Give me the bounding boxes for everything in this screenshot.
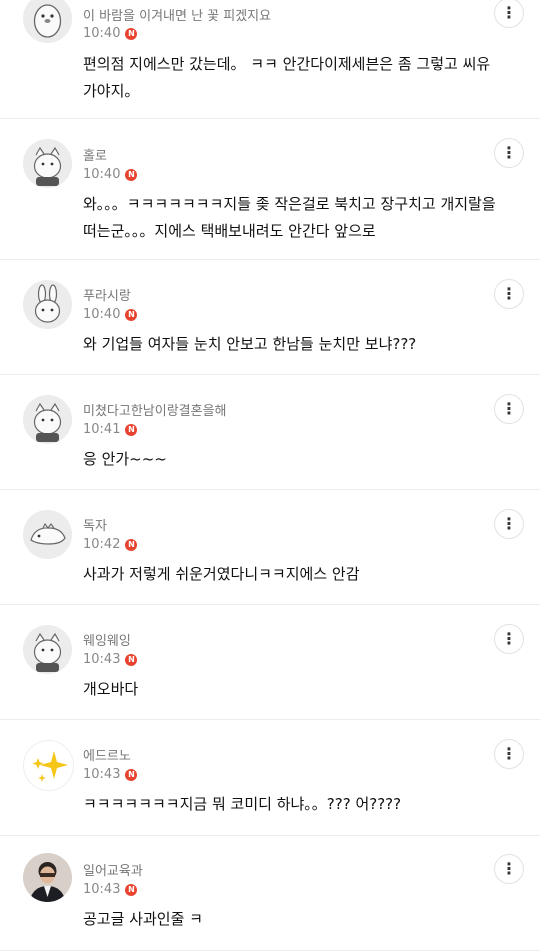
- comment-item: 에드르노 10:43 N ㅋㅋㅋㅋㅋㅋㅋ지금 뭐 코미디 하냐。。??? 어??…: [0, 720, 540, 836]
- more-vertical-icon: ⋮: [501, 514, 517, 533]
- more-vertical-icon: ⋮: [501, 3, 517, 22]
- more-options-button[interactable]: ⋮: [494, 0, 524, 28]
- comment-text: 와 기업들 여자들 눈치 안보고 한남들 눈치만 보냐???: [83, 335, 417, 353]
- comment-time: 10:43: [83, 882, 121, 897]
- more-options-button[interactable]: ⋮: [494, 854, 524, 884]
- comment-meta: 10:42 N: [83, 537, 138, 552]
- new-badge-icon: N: [125, 27, 138, 40]
- comment-item: 이 바람을 이겨내면 난 꽃 피겠지요 10:40 N 편의점 지에스만 갔는데…: [0, 0, 540, 119]
- new-badge-icon: N: [125, 423, 138, 436]
- comment-nickname[interactable]: 미쳤다고한남이랑결혼을해: [83, 400, 227, 419]
- comment-item: 푸라시랑 10:40 N 와 기업들 여자들 눈치 안보고 한남들 눈치만 보냐…: [0, 260, 540, 375]
- more-vertical-icon: ⋮: [501, 399, 517, 418]
- new-badge-icon: N: [125, 768, 138, 781]
- comment-nickname[interactable]: 독자: [83, 515, 107, 534]
- comment-meta: 10:41 N: [83, 422, 138, 437]
- more-options-button[interactable]: ⋮: [494, 624, 524, 654]
- comment-time: 10:43: [83, 652, 121, 667]
- comment-nickname[interactable]: 에드르노: [83, 745, 131, 764]
- comment-item: 독자 10:42 N 사과가 저렇게 쉬운거였다니ㅋㅋ지에스 안감 ⋮: [0, 490, 540, 605]
- comment-item: 홀로 10:40 N 와。。。ㅋㅋㅋㅋㅋㅋㅋ지들 좆 작은걸로 북치고 장구치고…: [0, 119, 540, 260]
- comment-list: 이 바람을 이겨내면 난 꽃 피겠지요 10:40 N 편의점 지에스만 갔는데…: [0, 0, 540, 951]
- comment-meta: 10:43 N: [83, 652, 138, 667]
- new-badge-icon: N: [125, 538, 138, 551]
- penguin-avatar[interactable]: [23, 0, 72, 43]
- comment-text: 응 안가~~~: [83, 450, 167, 468]
- more-vertical-icon: ⋮: [501, 284, 517, 303]
- comment-text: 와。。。ㅋㅋㅋㅋㅋㅋㅋ지들 좆 작은걸로 북치고 장구치고 개지랄을 떠는군。。…: [83, 195, 496, 240]
- comment-item: 웨잉웨잉 10:43 N 개오바다 ⋮: [0, 605, 540, 720]
- comment-text: 사과가 저렇게 쉬운거였다니ㅋㅋ지에스 안감: [83, 565, 360, 583]
- comment-nickname[interactable]: 푸라시랑: [83, 285, 131, 304]
- new-badge-icon: N: [125, 653, 138, 666]
- comment-item: 일어교육과 10:43 N 공고글 사과인줄 ㅋ ⋮: [0, 836, 540, 951]
- sparkle-avatar[interactable]: [23, 740, 74, 791]
- rabbit-avatar[interactable]: [23, 280, 72, 329]
- comment-meta: 10:40 N: [83, 167, 138, 182]
- comment-nickname[interactable]: 이 바람을 이겨내면 난 꽃 피겠지요: [83, 5, 271, 24]
- comment-text: ㅋㅋㅋㅋㅋㅋㅋ지금 뭐 코미디 하냐。。??? 어????: [83, 795, 402, 813]
- comment-time: 10:42: [83, 537, 121, 552]
- more-vertical-icon: ⋮: [501, 744, 517, 763]
- comment-meta: 10:40 N: [83, 26, 138, 41]
- more-options-button[interactable]: ⋮: [494, 394, 524, 424]
- more-options-button[interactable]: ⋮: [494, 739, 524, 769]
- photo-avatar[interactable]: [23, 853, 72, 902]
- cat-avatar[interactable]: [23, 395, 72, 444]
- comment-text: 공고글 사과인줄 ㅋ: [83, 910, 203, 928]
- new-badge-icon: N: [125, 168, 138, 181]
- comment-meta: 10:40 N: [83, 307, 138, 322]
- comment-nickname[interactable]: 웨잉웨잉: [83, 630, 131, 649]
- more-options-button[interactable]: ⋮: [494, 279, 524, 309]
- comment-time: 10:43: [83, 767, 121, 782]
- cat-avatar[interactable]: [23, 625, 72, 674]
- comment-nickname[interactable]: 홀로: [83, 145, 107, 164]
- comment-nickname[interactable]: 일어교육과: [83, 860, 143, 879]
- comment-time: 10:40: [83, 167, 121, 182]
- more-options-button[interactable]: ⋮: [494, 138, 524, 168]
- comment-time: 10:41: [83, 422, 121, 437]
- comment-time: 10:40: [83, 26, 121, 41]
- comment-text: 개오바다: [83, 680, 139, 698]
- comment-meta: 10:43 N: [83, 882, 138, 897]
- more-vertical-icon: ⋮: [501, 859, 517, 878]
- comment-text: 편의점 지에스만 갔는데。 ㅋㅋ 안간다이제세븐은 좀 그렇고 씨유가야지。: [83, 55, 491, 100]
- comment-time: 10:40: [83, 307, 121, 322]
- more-options-button[interactable]: ⋮: [494, 509, 524, 539]
- new-badge-icon: N: [125, 883, 138, 896]
- comment-item: 미쳤다고한남이랑결혼을해 10:41 N 응 안가~~~ ⋮: [0, 375, 540, 490]
- cat-avatar[interactable]: [23, 139, 72, 188]
- dino-avatar[interactable]: [23, 510, 72, 559]
- more-vertical-icon: ⋮: [501, 629, 517, 648]
- comment-meta: 10:43 N: [83, 767, 138, 782]
- new-badge-icon: N: [125, 308, 138, 321]
- more-vertical-icon: ⋮: [501, 143, 517, 162]
